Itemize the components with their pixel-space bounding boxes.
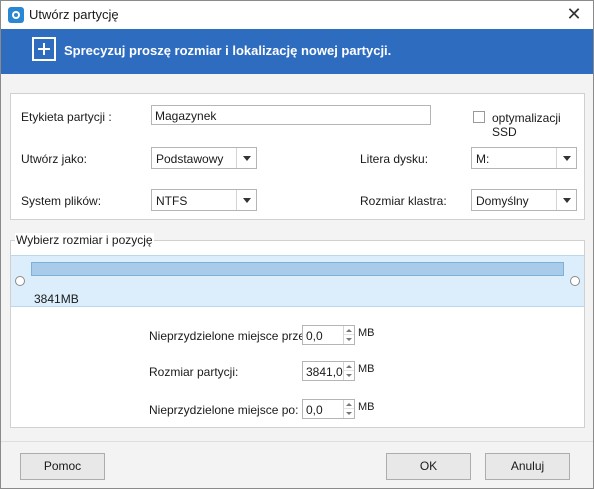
create-partition-dialog: Utwórz partycję ✕ Sprecyzuj proszę rozmi… bbox=[0, 0, 594, 489]
size-position-group: Wybierz rozmiar i pozycję 3841MB Nieprzy… bbox=[10, 233, 585, 428]
unallocated-before-value: 0,0 bbox=[306, 329, 323, 343]
partition-label-value: Magazynek bbox=[155, 109, 217, 123]
create-as-select[interactable]: Podstawowy bbox=[151, 147, 257, 169]
title-bar: Utwórz partycję ✕ bbox=[1, 1, 593, 29]
unallocated-after-caption: Nieprzydzielone miejsce po: bbox=[149, 403, 299, 417]
partition-size-stepper[interactable]: 3841,0 bbox=[302, 361, 355, 381]
partition-size-value: 3841,0 bbox=[306, 365, 343, 379]
close-button[interactable]: ✕ bbox=[559, 3, 589, 27]
unit-label: MB bbox=[358, 363, 375, 375]
file-system-value: NTFS bbox=[156, 194, 188, 208]
partition-map: 3841MB bbox=[11, 255, 584, 307]
partition-size-display: 3841MB bbox=[34, 292, 79, 306]
decrement-arrow-icon[interactable] bbox=[343, 409, 354, 418]
drive-letter-select[interactable]: M: bbox=[471, 147, 577, 169]
chevron-down-icon bbox=[236, 148, 256, 168]
cluster-size-select[interactable]: Domyślny bbox=[471, 189, 577, 211]
right-resize-handle[interactable] bbox=[570, 276, 580, 286]
unallocated-after-value: 0,0 bbox=[306, 403, 323, 417]
create-as-value: Podstawowy bbox=[156, 152, 224, 166]
partition-label-caption: Etykieta partycji : bbox=[21, 110, 112, 124]
cluster-size-value: Domyślny bbox=[476, 194, 529, 208]
unit-label: MB bbox=[358, 327, 375, 339]
dialog-title: Utwórz partycję bbox=[29, 7, 119, 22]
decrement-arrow-icon[interactable] bbox=[343, 335, 354, 344]
create-as-caption: Utwórz jako: bbox=[21, 152, 88, 166]
banner-instruction: Sprecyzuj proszę rozmiar i lokalizację n… bbox=[64, 43, 392, 58]
unallocated-before-caption: Nieprzydzielone miejsce przed: bbox=[149, 329, 316, 343]
ssd-optimization-checkbox[interactable] bbox=[473, 111, 485, 123]
chevron-down-icon bbox=[556, 190, 576, 210]
partition-size-bar[interactable] bbox=[31, 262, 564, 276]
file-system-caption: System plików: bbox=[21, 194, 102, 208]
help-button[interactable]: Pomoc bbox=[20, 453, 105, 480]
ok-button[interactable]: OK bbox=[386, 453, 471, 480]
increment-arrow-icon[interactable] bbox=[343, 362, 354, 371]
chevron-down-icon bbox=[236, 190, 256, 210]
partition-size-caption: Rozmiar partycji: bbox=[149, 365, 239, 379]
decrement-arrow-icon[interactable] bbox=[343, 371, 354, 380]
plus-icon bbox=[32, 37, 56, 61]
cluster-size-caption: Rozmiar klastra: bbox=[360, 194, 447, 208]
app-logo-icon bbox=[8, 7, 24, 23]
increment-arrow-icon[interactable] bbox=[343, 326, 354, 335]
cancel-button[interactable]: Anuluj bbox=[485, 453, 570, 480]
group-title: Wybierz rozmiar i pozycję bbox=[15, 233, 154, 247]
unit-label: MB bbox=[358, 401, 375, 413]
drive-letter-caption: Litera dysku: bbox=[360, 152, 429, 166]
footer-divider bbox=[1, 441, 593, 442]
partition-label-input[interactable]: Magazynek bbox=[151, 105, 431, 125]
partition-settings-panel: Etykieta partycji : Magazynek optymaliza… bbox=[10, 93, 585, 220]
left-resize-handle[interactable] bbox=[15, 276, 25, 286]
header-banner: Sprecyzuj proszę rozmiar i lokalizację n… bbox=[1, 29, 593, 74]
unallocated-before-stepper[interactable]: 0,0 bbox=[302, 325, 355, 345]
increment-arrow-icon[interactable] bbox=[343, 400, 354, 409]
drive-letter-value: M: bbox=[476, 152, 490, 166]
ssd-optimization-caption: optymalizacji SSD bbox=[492, 111, 561, 139]
unallocated-after-stepper[interactable]: 0,0 bbox=[302, 399, 355, 419]
chevron-down-icon bbox=[556, 148, 576, 168]
file-system-select[interactable]: NTFS bbox=[151, 189, 257, 211]
